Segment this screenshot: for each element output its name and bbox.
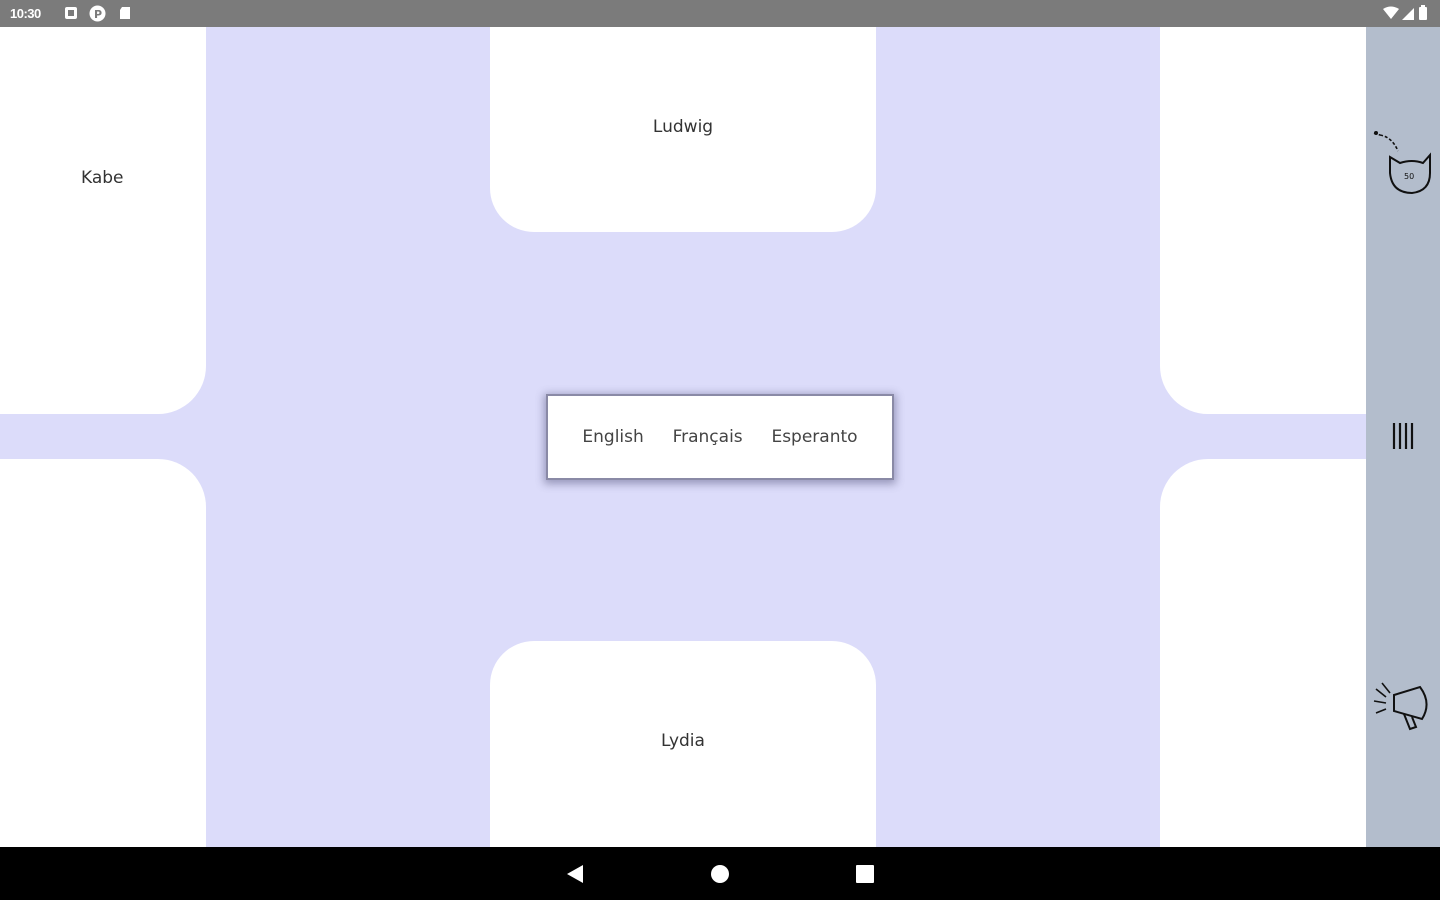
navigation-bar [0,847,1440,900]
card-ludwig[interactable]: Ludwig [490,27,876,232]
status-bar: 10:30 P [0,0,1440,27]
card-kabe-label: Kabe [81,168,124,188]
tally-marks-icon [1392,423,1414,449]
battery-icon [1419,7,1427,20]
cat-alarm-icon: 50 [1373,131,1431,195]
p-circle-icon: P [89,5,106,22]
card-kabe[interactable]: Kabe [0,27,206,414]
sd-card-icon [120,7,130,19]
tally-button[interactable] [1370,401,1436,471]
signal-icon [1402,8,1414,20]
board: Kabe Ludwig Lydia English Français Esper… [0,27,1366,847]
wifi-icon [1383,6,1399,19]
language-option-francais[interactable]: Français [673,427,743,447]
megaphone-button[interactable] [1370,667,1436,737]
status-time: 10:30 [10,6,41,21]
card-lydia[interactable]: Lydia [490,641,876,847]
side-panel: 50 [1366,27,1440,847]
svg-text:P: P [94,8,102,21]
language-option-english[interactable]: English [582,427,643,447]
language-selector: English Français Esperanto [546,394,894,480]
card-lydia-label: Lydia [661,731,705,751]
card-bottom-right[interactable] [1160,459,1366,847]
language-option-esperanto[interactable]: Esperanto [771,427,857,447]
card-top-right[interactable] [1160,27,1366,414]
cat-alarm-button[interactable]: 50 [1370,127,1436,197]
card-bottom-left[interactable] [0,459,206,847]
back-icon[interactable] [563,862,587,886]
status-right-icons [1383,5,1427,20]
stop-square-icon [65,7,77,19]
cat-alarm-label: 50 [1404,172,1414,181]
card-ludwig-label: Ludwig [652,117,714,137]
home-icon[interactable] [708,862,732,886]
megaphone-icon [1373,682,1428,731]
recents-icon[interactable] [853,862,877,886]
